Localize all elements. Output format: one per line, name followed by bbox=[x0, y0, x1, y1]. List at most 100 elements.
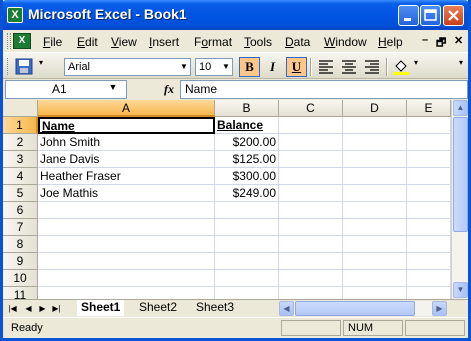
toolbar-options-icon[interactable]: ▾ bbox=[457, 58, 465, 75]
row-header-11[interactable]: 11 bbox=[3, 287, 38, 299]
sheet-tab-2[interactable]: Sheet2 bbox=[135, 300, 181, 316]
row-header-5[interactable]: 5 bbox=[3, 185, 38, 202]
menu-format[interactable]: Format bbox=[194, 35, 232, 49]
cell-d3[interactable] bbox=[343, 151, 407, 168]
cell-e11[interactable] bbox=[407, 287, 451, 299]
horizontal-scrollbar[interactable]: ◀ ▶ bbox=[279, 301, 447, 316]
cell-a5[interactable]: Joe Mathis bbox=[38, 185, 215, 202]
chevron-down-icon[interactable]: ▼ bbox=[106, 82, 120, 96]
cell-b5[interactable]: $249.00 bbox=[215, 185, 279, 202]
menu-edit[interactable]: Edit bbox=[77, 35, 98, 49]
scroll-right-icon[interactable]: ▶ bbox=[432, 301, 447, 316]
menu-data[interactable]: Data bbox=[285, 35, 310, 49]
cell-e6[interactable] bbox=[407, 202, 451, 219]
cell-e9[interactable] bbox=[407, 253, 451, 270]
cell-a1[interactable]: Name bbox=[38, 117, 215, 134]
cell-c1[interactable] bbox=[279, 117, 343, 134]
cell-a11[interactable] bbox=[38, 287, 215, 299]
menu-insert[interactable]: Insert bbox=[149, 35, 179, 49]
cell-a4[interactable]: Heather Fraser bbox=[38, 168, 215, 185]
cell-b6[interactable] bbox=[215, 202, 279, 219]
cell-e8[interactable] bbox=[407, 236, 451, 253]
cell-a7[interactable] bbox=[38, 219, 215, 236]
toolbar-options-icon[interactable]: ▾ bbox=[37, 58, 45, 75]
doc-restore-button[interactable]: 🗗 bbox=[436, 34, 446, 53]
cell-c7[interactable] bbox=[279, 219, 343, 236]
save-icon[interactable] bbox=[15, 58, 33, 75]
cell-e2[interactable] bbox=[407, 134, 451, 151]
cell-b11[interactable] bbox=[215, 287, 279, 299]
cell-a3[interactable]: Jane Davis bbox=[38, 151, 215, 168]
cell-a10[interactable] bbox=[38, 270, 215, 287]
first-sheet-icon[interactable]: |◀ bbox=[7, 302, 18, 315]
cell-c4[interactable] bbox=[279, 168, 343, 185]
fill-color-icon[interactable] bbox=[392, 58, 410, 75]
sheet-tab-1[interactable]: Sheet1 bbox=[77, 300, 125, 316]
menu-file[interactable]: File bbox=[43, 35, 62, 49]
row-header-4[interactable]: 4 bbox=[3, 168, 38, 185]
italic-button[interactable]: I bbox=[262, 57, 283, 77]
align-center-icon[interactable] bbox=[340, 58, 358, 75]
select-all-button[interactable] bbox=[3, 100, 38, 117]
cell-a6[interactable] bbox=[38, 202, 215, 219]
cell-a2[interactable]: John Smith bbox=[38, 134, 215, 151]
cell-c8[interactable] bbox=[279, 236, 343, 253]
cell-d7[interactable] bbox=[343, 219, 407, 236]
row-header-10[interactable]: 10 bbox=[3, 270, 38, 287]
cell-d8[interactable] bbox=[343, 236, 407, 253]
menu-window[interactable]: Window bbox=[324, 35, 367, 49]
cell-d9[interactable] bbox=[343, 253, 407, 270]
underline-button[interactable]: U bbox=[286, 57, 307, 77]
cell-c3[interactable] bbox=[279, 151, 343, 168]
cell-b9[interactable] bbox=[215, 253, 279, 270]
horizontal-scroll-thumb[interactable] bbox=[295, 301, 415, 316]
last-sheet-icon[interactable]: ▶| bbox=[51, 302, 62, 315]
menu-help[interactable]: Help bbox=[378, 35, 403, 49]
scroll-up-icon[interactable]: ▲ bbox=[453, 100, 468, 116]
column-header-b[interactable]: B bbox=[215, 100, 279, 117]
cell-d5[interactable] bbox=[343, 185, 407, 202]
insert-function-button[interactable]: fx bbox=[164, 82, 174, 97]
bold-button[interactable]: B bbox=[239, 57, 260, 77]
cell-d1[interactable] bbox=[343, 117, 407, 134]
row-header-1[interactable]: 1 bbox=[3, 117, 38, 134]
workbook-icon[interactable]: X bbox=[13, 33, 31, 49]
formula-input[interactable]: Name bbox=[180, 80, 468, 99]
close-button[interactable] bbox=[443, 5, 464, 26]
chevron-down-icon[interactable]: ▾ bbox=[412, 58, 420, 75]
cell-c11[interactable] bbox=[279, 287, 343, 299]
toolbar-grip-handle[interactable] bbox=[7, 58, 11, 75]
row-header-8[interactable]: 8 bbox=[3, 236, 38, 253]
vertical-scroll-thumb[interactable] bbox=[453, 117, 468, 232]
cell-d2[interactable] bbox=[343, 134, 407, 151]
scroll-left-icon[interactable]: ◀ bbox=[279, 301, 294, 316]
cell-b8[interactable] bbox=[215, 236, 279, 253]
cell-b4[interactable]: $300.00 bbox=[215, 168, 279, 185]
menu-grip-handle[interactable] bbox=[7, 33, 11, 49]
cell-d6[interactable] bbox=[343, 202, 407, 219]
cell-c9[interactable] bbox=[279, 253, 343, 270]
chevron-down-icon[interactable]: ▼ bbox=[220, 59, 232, 75]
row-header-6[interactable]: 6 bbox=[3, 202, 38, 219]
worksheet-grid[interactable]: A B C D E 1 2 3 4 5 6 7 8 9 10 11 Name Ba… bbox=[3, 100, 468, 299]
cell-b7[interactable] bbox=[215, 219, 279, 236]
cell-c2[interactable] bbox=[279, 134, 343, 151]
column-header-a[interactable]: A bbox=[38, 100, 215, 117]
row-header-3[interactable]: 3 bbox=[3, 151, 38, 168]
cell-e10[interactable] bbox=[407, 270, 451, 287]
align-left-icon[interactable] bbox=[317, 58, 335, 75]
align-right-icon[interactable] bbox=[363, 58, 381, 75]
row-header-9[interactable]: 9 bbox=[3, 253, 38, 270]
minimize-button[interactable] bbox=[398, 5, 419, 26]
column-header-c[interactable]: C bbox=[279, 100, 343, 117]
cell-d4[interactable] bbox=[343, 168, 407, 185]
scroll-down-icon[interactable]: ▼ bbox=[453, 282, 468, 298]
cell-b1[interactable]: Balance bbox=[215, 117, 279, 134]
column-header-e[interactable]: E bbox=[407, 100, 451, 117]
prev-sheet-icon[interactable]: ◀ bbox=[23, 302, 34, 315]
cell-a8[interactable] bbox=[38, 236, 215, 253]
row-header-2[interactable]: 2 bbox=[3, 134, 38, 151]
column-header-d[interactable]: D bbox=[343, 100, 407, 117]
cell-a9[interactable] bbox=[38, 253, 215, 270]
cell-e3[interactable] bbox=[407, 151, 451, 168]
